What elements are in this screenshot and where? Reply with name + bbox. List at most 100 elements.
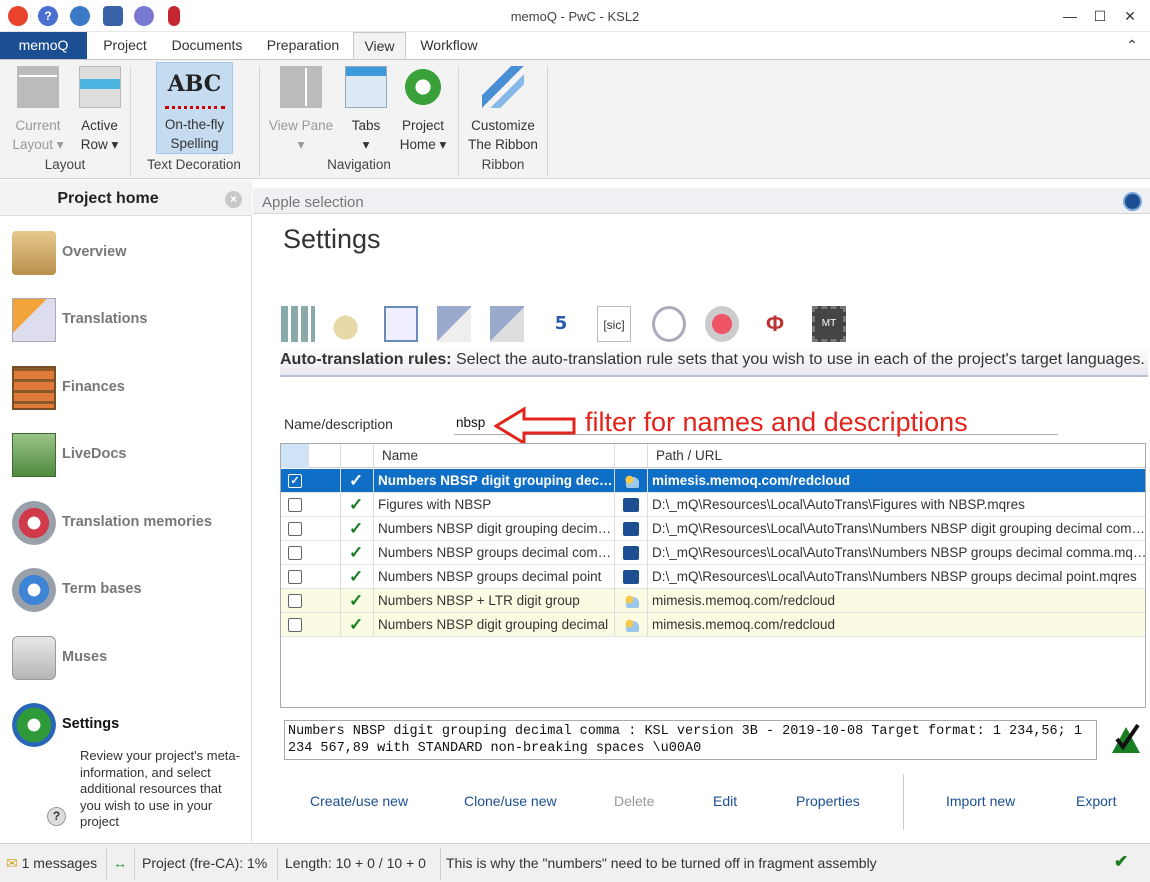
nav-overview[interactable]: Overview	[0, 225, 250, 285]
sync-icon[interactable]: ↔	[113, 855, 127, 871]
nav-livedocs[interactable]: LiveDocs	[0, 427, 250, 487]
table-row[interactable]: ✓ Numbers NBSP + LTR digit group mimesis.m…	[281, 589, 1145, 613]
nav-muses[interactable]: Muses	[0, 630, 250, 690]
window-title: memoQ - PwC - KSL2	[510, 9, 640, 24]
all-resources-icon[interactable]	[281, 306, 315, 342]
segmentation-icon[interactable]	[332, 306, 366, 342]
row-checkbox[interactable]	[288, 618, 302, 632]
nav-finances[interactable]: Finances	[0, 360, 250, 420]
row-name: Numbers NBSP groups decimal point	[374, 565, 615, 589]
row-col-2	[309, 541, 341, 565]
tab-preparation[interactable]: Preparation	[258, 32, 348, 59]
export-button[interactable]: Export	[1076, 793, 1116, 809]
row-checkbox[interactable]: ✓	[288, 474, 302, 488]
spelling-abc-icon: ABC	[164, 67, 225, 109]
collapse-ribbon-icon[interactable]: ⌃	[1120, 32, 1144, 59]
import-new-button[interactable]: Import new	[946, 793, 1015, 809]
filter-config-icon[interactable]	[437, 306, 471, 342]
tab-workflow[interactable]: Workflow	[413, 32, 485, 59]
view-pane-button[interactable]: View Pane ▾	[266, 62, 336, 154]
minimize-button[interactable]: —	[1055, 4, 1085, 28]
checkmark-icon: ✓	[349, 471, 364, 490]
clone-use-new-button[interactable]: Clone/use new	[464, 793, 557, 809]
customize-ribbon-button[interactable]: Customize The Ribbon	[465, 62, 541, 154]
current-layout-button[interactable]: Current Layout ▾	[8, 62, 68, 154]
info-heading: Auto-translation rules:	[280, 351, 452, 368]
create-use-new-button[interactable]: Create/use new	[310, 793, 408, 809]
header-checkbox-col[interactable]	[281, 444, 309, 468]
status-bar: ✉ 1 messages ↔ Project (fre-CA): 1% Leng…	[0, 843, 1150, 882]
qa-settings-icon[interactable]	[384, 306, 418, 342]
row-checkbox[interactable]	[288, 522, 302, 536]
project-home-button[interactable]: Project Home ▾	[396, 62, 450, 154]
active-row-label: Active	[81, 118, 118, 133]
tab-project[interactable]: Project	[92, 32, 158, 59]
row-col-2	[309, 493, 341, 517]
font-substitution-icon[interactable]: Φ	[758, 306, 792, 342]
table-header: Name Path / URL	[281, 444, 1145, 468]
auto-translation-icon[interactable]: 5	[544, 306, 578, 342]
table-row[interactable]: ✓ Numbers NBSP groups decimal comma D:\_mQ…	[281, 541, 1146, 565]
checkmark-icon: ✓	[349, 591, 364, 610]
row-path: D:\_mQ\Resources\Local\AutoTrans\Numbers…	[652, 545, 1146, 560]
messages-status[interactable]: ✉ 1 messages	[6, 855, 97, 872]
tab-apple-selection[interactable]: Apple selection	[262, 194, 364, 211]
check-resource-icon[interactable]	[1110, 721, 1142, 755]
delete-button[interactable]: Delete	[614, 793, 654, 809]
edit-button[interactable]: Edit	[713, 793, 737, 809]
nav-tm-label: Translation memories	[62, 514, 212, 530]
status-note: This is why the "numbers" need to be tur…	[446, 855, 877, 871]
machine-translation-icon[interactable]: MT	[812, 306, 846, 342]
project-home-label2: Home ▾	[399, 137, 447, 152]
close-button[interactable]: ✕	[1115, 4, 1145, 28]
row-checkbox[interactable]	[288, 570, 302, 584]
tab-documents[interactable]: Documents	[163, 32, 251, 59]
term-base-icon	[12, 568, 56, 612]
checkmark-icon: ✓	[349, 495, 364, 514]
nav-muses-label: Muses	[62, 649, 108, 665]
layout-icon	[17, 66, 59, 108]
row-checkbox[interactable]	[288, 498, 302, 512]
non-translatables-icon[interactable]: [sic]	[597, 306, 631, 342]
autocorrect-icon[interactable]	[652, 306, 686, 342]
on-the-fly-spelling-button[interactable]: ABC On-the-fly Spelling	[156, 62, 233, 154]
header-col-2	[309, 444, 341, 468]
local-resource-icon	[623, 498, 639, 512]
on-the-fly-label: On-the-fly	[164, 117, 225, 132]
row-name: Figures with NBSP	[374, 493, 615, 517]
title-bar: ? memoQ - PwC - KSL2 — ☐ ✕	[0, 0, 1150, 32]
the-ribbon-label: The Ribbon	[468, 137, 538, 152]
table-row[interactable]: ✓ Numbers NBSP groups decimal point D:\_mQ…	[281, 565, 1145, 589]
table-row[interactable]: ✓ Numbers NBSP digit grouping decimal com…	[281, 517, 1145, 541]
annotation-arrow-icon	[494, 406, 576, 446]
filter-annotation: filter for names and descriptions	[585, 407, 968, 437]
help-icon[interactable]: ?	[47, 807, 66, 826]
table-row[interactable]: ✓ Figures with NBSP D:\_mQ\Resources\Local…	[281, 493, 1145, 517]
table-row[interactable]: ✓ ✓ Numbers NBSP digit grouping decimal co…	[281, 469, 1145, 493]
customize-label: Customize	[471, 118, 535, 133]
row-checkbox[interactable]	[288, 594, 302, 608]
maximize-button[interactable]: ☐	[1085, 4, 1115, 28]
header-name[interactable]: Name	[374, 444, 615, 468]
nav-translations[interactable]: Translations	[0, 292, 250, 352]
nav-translation-memories[interactable]: Translation memories	[0, 495, 250, 555]
close-panel-icon[interactable]: ×	[225, 191, 242, 208]
import-filter-icon[interactable]	[490, 306, 524, 342]
table-row[interactable]: ✓ Numbers NBSP digit grouping decimal mime…	[281, 613, 1145, 637]
ribbon-separator	[130, 66, 131, 176]
active-row-label2: Row ▾	[80, 137, 119, 152]
properties-button[interactable]: Properties	[796, 793, 860, 809]
active-row-button[interactable]: Active Row ▾	[72, 62, 127, 154]
nav-term-bases[interactable]: Term bases	[0, 562, 250, 622]
tab-view[interactable]: View	[353, 32, 406, 59]
active-row-icon	[78, 66, 121, 108]
checkmark-icon: ✓	[349, 519, 364, 538]
row-name: Numbers NBSP + LTR digit group	[374, 589, 615, 613]
ignore-lists-icon[interactable]	[705, 306, 739, 342]
row-checkbox[interactable]	[288, 546, 302, 560]
tab-memoq[interactable]: memoQ	[0, 32, 87, 59]
header-path[interactable]: Path / URL	[648, 444, 1145, 468]
filing-cabinet-icon	[12, 433, 56, 477]
tabs-button[interactable]: Tabs ▾	[342, 62, 390, 154]
tab-menu-icon[interactable]	[1123, 192, 1142, 211]
